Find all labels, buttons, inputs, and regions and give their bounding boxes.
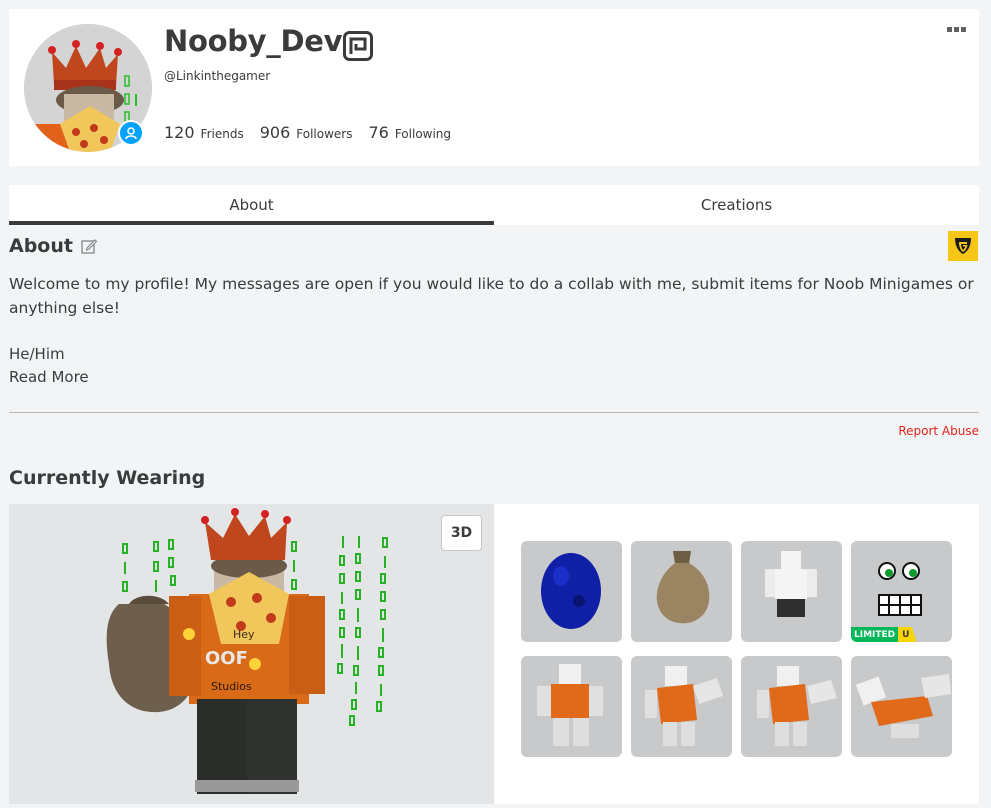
full-avatar-icon: Hey OOF Studios bbox=[106, 508, 388, 794]
wearing-item[interactable] bbox=[521, 541, 622, 642]
about-heading: About bbox=[9, 235, 97, 257]
report-abuse-link[interactable]: Report Abuse bbox=[898, 424, 979, 438]
limited-u-label: U bbox=[898, 627, 917, 642]
avatar-3d-viewer[interactable]: Hey OOF Studios bbox=[9, 504, 494, 804]
username: @Linkinthegamer bbox=[164, 69, 271, 83]
pronouns: He/Him bbox=[9, 345, 65, 363]
orange-leg-icon bbox=[855, 674, 951, 738]
tab-creations[interactable]: Creations bbox=[494, 185, 979, 225]
shirt-text-3: Studios bbox=[211, 680, 252, 693]
toggle-3d-button[interactable]: 3D bbox=[441, 515, 482, 551]
followers-label: Followers bbox=[296, 127, 353, 141]
following-stat[interactable]: 76 Following bbox=[368, 123, 451, 142]
edit-icon[interactable] bbox=[81, 238, 97, 254]
display-name: Nooby_Dev bbox=[164, 24, 343, 58]
blue-egg-icon bbox=[541, 553, 601, 629]
wearing-item[interactable]: LIMITED U bbox=[851, 541, 952, 642]
orange-torso-icon bbox=[537, 664, 603, 746]
tab-about[interactable]: About bbox=[9, 185, 494, 225]
followers-count: 906 bbox=[259, 123, 291, 142]
divider bbox=[9, 412, 979, 413]
friends-label: Friends bbox=[200, 127, 244, 141]
online-presence-icon bbox=[118, 120, 144, 146]
more-options-icon[interactable] bbox=[947, 27, 966, 32]
shirt-text-2: OOF bbox=[205, 648, 248, 669]
wearing-item[interactable] bbox=[521, 656, 622, 757]
orange-arm-right-icon bbox=[757, 666, 837, 746]
shirt-text-1: Hey bbox=[233, 628, 255, 641]
about-title: About bbox=[9, 235, 73, 257]
orange-arm-left-icon bbox=[645, 666, 723, 746]
wearing-items-grid: LIMITED U bbox=[494, 504, 979, 804]
profile-header: Nooby_Dev @Linkinthegamer 120 Friends 90… bbox=[9, 9, 979, 166]
guilded-link-icon[interactable] bbox=[948, 231, 978, 261]
friends-stat[interactable]: 120 Friends bbox=[164, 123, 244, 142]
about-description: Welcome to my profile! My messages are o… bbox=[9, 275, 974, 317]
limited-badge: LIMITED U bbox=[851, 627, 917, 642]
wearing-item[interactable] bbox=[631, 541, 732, 642]
verified-badge-icon bbox=[343, 31, 373, 61]
wearing-item[interactable] bbox=[741, 656, 842, 757]
wearing-item[interactable] bbox=[741, 541, 842, 642]
limited-label: LIMITED bbox=[851, 627, 899, 642]
following-label: Following bbox=[394, 127, 452, 141]
white-shirt-icon bbox=[765, 551, 817, 617]
friends-count: 120 bbox=[164, 123, 195, 142]
profile-tabs: About Creations bbox=[9, 185, 979, 225]
wearing-item[interactable] bbox=[631, 656, 732, 757]
profile-stats: 120 Friends 906 Followers 76 Following bbox=[164, 123, 467, 142]
sack-bag-icon bbox=[656, 551, 710, 624]
read-more-link[interactable]: Read More bbox=[9, 368, 89, 386]
currently-wearing-title: Currently Wearing bbox=[9, 467, 206, 489]
following-count: 76 bbox=[368, 123, 389, 142]
wearing-item[interactable] bbox=[851, 656, 952, 757]
followers-stat[interactable]: 906 Followers bbox=[260, 123, 353, 142]
